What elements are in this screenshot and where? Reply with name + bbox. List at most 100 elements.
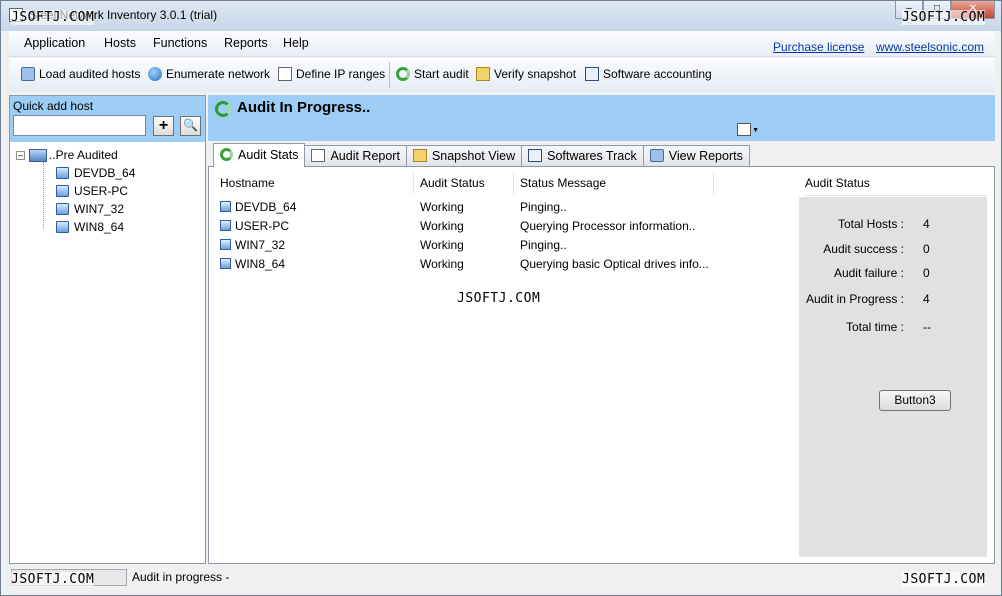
total-hosts-label: Total Hosts : [837, 217, 904, 231]
tab-softwares-track[interactable]: Softwares Track [521, 145, 644, 167]
cell-hostname: DEVDB_64 [214, 196, 414, 215]
tree-item-label: WIN7_32 [74, 202, 125, 216]
audit-stats-content: Hostname Audit Status Status Message DEV… [208, 166, 995, 564]
tree-item-label: WIN8_64 [74, 220, 125, 234]
refresh-icon [220, 148, 233, 161]
tab-audit-stats[interactable]: Audit Stats [213, 143, 306, 167]
cell-status: Working [420, 218, 464, 233]
audit-failure-label: Audit failure : [833, 266, 904, 280]
status-bar-text: Audit in progress - [132, 570, 230, 584]
computer-icon [56, 185, 69, 197]
enumerate-network-button[interactable]: Enumerate network [148, 67, 270, 81]
refresh-icon [215, 101, 231, 117]
tab-label: Snapshot View [431, 149, 516, 163]
column-hostname[interactable]: Hostname [214, 172, 414, 194]
status-bar: Audit in progress - [9, 567, 995, 589]
tab-label: Audit Report [330, 149, 400, 163]
cell-status: Working [420, 199, 464, 214]
audit-failure-value: 0 [923, 266, 930, 280]
chevron-down-icon[interactable]: ▼ [752, 127, 759, 134]
cell-hostname: USER-PC [214, 215, 414, 234]
table-row[interactable]: WIN8_64 Working Querying basic Optical d… [214, 253, 794, 272]
audit-header-title: Audit In Progress.. [237, 99, 371, 116]
tree-item-host[interactable]: WIN7_32 [16, 200, 135, 218]
verify-snapshot-button[interactable]: Verify snapshot [476, 67, 576, 81]
document-icon [528, 149, 543, 162]
audit-in-progress-value: 4 [923, 292, 930, 306]
menu-application[interactable]: Application [24, 36, 85, 50]
load-audited-hosts-button[interactable]: Load audited hosts [21, 67, 140, 81]
cell-hostname: WIN8_64 [214, 253, 414, 272]
menu-help[interactable]: Help [283, 36, 309, 50]
table-row[interactable]: USER-PC Working Querying Processor infor… [214, 215, 794, 234]
host-name: DEVDB_64 [235, 199, 297, 214]
network-icon [29, 148, 47, 162]
tree-item-host[interactable]: USER-PC [16, 182, 135, 200]
table-row[interactable]: DEVDB_64 Working Pinging.. [214, 196, 794, 215]
tree-item-label: USER-PC [74, 184, 129, 198]
button3[interactable]: Button3 [879, 390, 951, 411]
refresh-icon [396, 67, 410, 81]
globe-icon [148, 67, 162, 81]
verify-snapshot-label: Verify snapshot [494, 67, 577, 81]
software-accounting-button[interactable]: Software accounting [585, 67, 712, 81]
audit-header: Audit In Progress.. ▼ [208, 95, 995, 141]
tab-strip: Audit Stats Audit Report Snapshot View S… [208, 143, 750, 167]
add-host-button[interactable]: + [153, 116, 174, 136]
total-hosts-value: 4 [923, 217, 930, 231]
watermark: JSOFTJ.COM [902, 10, 986, 25]
tree-item-host[interactable]: DEVDB_64 [16, 164, 135, 182]
total-time-label: Total time : [845, 320, 904, 334]
start-audit-button[interactable]: Start audit [396, 67, 469, 81]
start-audit-label: Start audit [414, 67, 469, 81]
toolbar: Load audited hosts Enumerate network Def… [9, 58, 995, 92]
software-accounting-label: Software accounting [603, 67, 712, 81]
hosts-panel: Quick add host + 🔍 – ..Pre Audited DEVDB… [9, 95, 206, 564]
search-icon: 🔍 [183, 118, 198, 132]
tab-label: Softwares Track [547, 149, 637, 163]
audit-status-panel: Audit Status Total Hosts : 4 Audit succe… [797, 174, 989, 557]
cell-hostname: WIN7_32 [214, 234, 414, 253]
title-bar[interactable]: Steel Network Inventory 3.0.1 (trial) – … [1, 1, 1001, 31]
report-icon [311, 149, 326, 162]
collapse-icon[interactable]: – [16, 150, 25, 160]
reports-icon [649, 149, 664, 162]
audit-status-body: Total Hosts : 4 Audit success : 0 Audit … [799, 197, 987, 557]
tab-label: View Reports [668, 149, 743, 163]
host-name: WIN7_32 [235, 237, 286, 252]
computer-icon [56, 203, 69, 215]
cell-message: Querying Processor information.. [520, 218, 696, 233]
computer-icon [56, 167, 69, 179]
menu-reports[interactable]: Reports [224, 36, 268, 50]
website-link[interactable]: www.steelsonic.com [876, 40, 984, 54]
tree-root-label: ..Pre Audited [49, 148, 118, 162]
hosts-icon [21, 67, 35, 81]
ip-range-icon [278, 67, 292, 81]
quick-add-input[interactable] [13, 115, 146, 136]
tab-snapshot-view[interactable]: Snapshot View [405, 145, 523, 167]
audit-status-title: Audit Status [805, 176, 987, 196]
watermark: JSOFTJ.COM [902, 572, 986, 587]
table-header: Hostname Audit Status Status Message [214, 172, 794, 194]
table-row[interactable]: WIN7_32 Working Pinging.. [214, 234, 794, 253]
tree-root[interactable]: – ..Pre Audited [16, 146, 135, 164]
tab-audit-report[interactable]: Audit Report [304, 145, 407, 167]
menu-hosts[interactable]: Hosts [104, 36, 136, 50]
tree-item-host[interactable]: WIN8_64 [16, 218, 135, 236]
search-host-button[interactable]: 🔍 [180, 116, 201, 136]
menu-functions[interactable]: Functions [153, 36, 207, 50]
column-audit-status[interactable]: Audit Status [414, 172, 514, 194]
menu-bar: Application Hosts Functions Reports Help… [9, 31, 995, 57]
audit-success-value: 0 [923, 242, 930, 256]
column-status-message[interactable]: Status Message [514, 172, 714, 194]
column-filler [714, 172, 794, 194]
define-ip-ranges-button[interactable]: Define IP ranges [278, 67, 385, 81]
copy-icon[interactable] [737, 123, 751, 136]
watermark: JSOFTJ.COM [11, 10, 95, 25]
computer-icon [220, 220, 231, 231]
tab-label: Audit Stats [238, 148, 299, 162]
computer-icon [220, 201, 231, 212]
load-audited-hosts-label: Load audited hosts [39, 67, 141, 81]
purchase-license-link[interactable]: Purchase license [773, 40, 864, 54]
tab-view-reports[interactable]: View Reports [642, 145, 750, 167]
